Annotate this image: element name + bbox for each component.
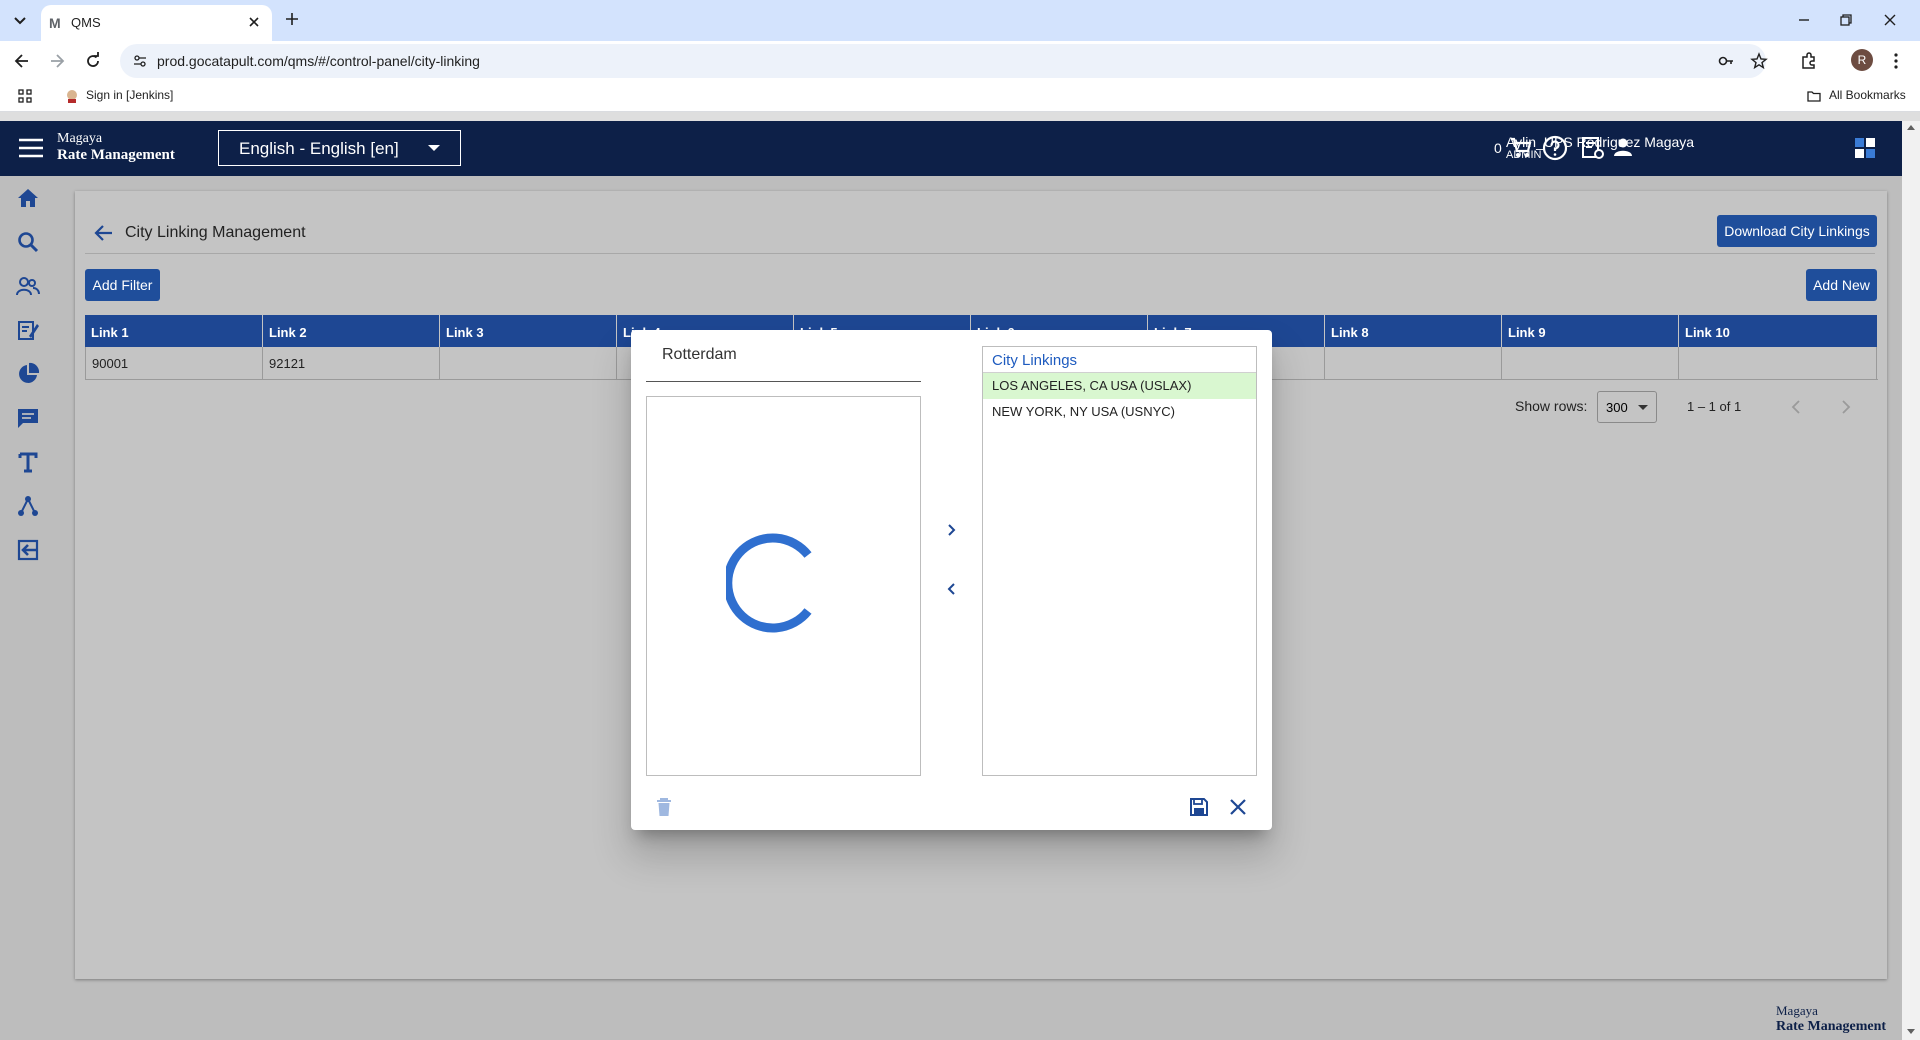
profile-avatar[interactable]: R: [1851, 49, 1873, 71]
address-bar[interactable]: prod.gocatapult.com/qms/#/control-panel/…: [120, 44, 1768, 78]
bookmark-star-icon[interactable]: [1750, 52, 1768, 70]
page-scrollbar[interactable]: [1902, 121, 1920, 1040]
dashboard-icon[interactable]: [1852, 135, 1878, 161]
side-nav: [0, 176, 58, 1040]
extensions-puzzle-icon[interactable]: [1799, 51, 1819, 71]
close-window-icon[interactable]: [1882, 12, 1898, 28]
app-brand[interactable]: Magaya Rate Management: [57, 130, 175, 164]
add-filter-button[interactable]: Add Filter: [85, 269, 160, 301]
column-header[interactable]: Link 1: [85, 315, 263, 347]
scroll-down-icon[interactable]: [1907, 1029, 1915, 1034]
caret-down-icon: [428, 145, 440, 151]
caret-down-icon: [1638, 405, 1648, 410]
list-item[interactable]: NEW YORK, NY USA (USNYC): [983, 399, 1256, 425]
column-header[interactable]: Link 2: [263, 315, 440, 347]
loading-spinner-icon: [726, 533, 826, 633]
table-cell: [1325, 347, 1502, 379]
jenkins-favicon-icon: [64, 88, 80, 104]
table-cell: [1679, 347, 1877, 379]
minimize-icon[interactable]: [1796, 12, 1812, 28]
footer-brand-line1: Magaya: [1776, 1003, 1818, 1018]
close-dialog-icon[interactable]: [1227, 796, 1249, 818]
workflow-icon[interactable]: [16, 494, 40, 518]
brand-line1: Magaya: [57, 131, 103, 146]
browser-tab[interactable]: M QMS: [41, 5, 272, 41]
browser-tab-bar: M QMS: [0, 0, 1920, 41]
menu-hamburger-icon[interactable]: [18, 137, 44, 159]
cart-count: 0: [1494, 140, 1502, 156]
city-linkings-header: City Linkings: [983, 347, 1256, 373]
folder-icon: [1806, 88, 1822, 104]
new-tab-plus-icon[interactable]: [283, 10, 301, 28]
user-role: ADMIN: [1506, 149, 1542, 161]
browser-menu-icon[interactable]: [1886, 51, 1906, 71]
url-text: prod.gocatapult.com/qms/#/control-panel/…: [157, 53, 480, 69]
language-select[interactable]: English - English [en]: [218, 130, 461, 166]
table-cell: 92121: [263, 347, 440, 379]
column-header[interactable]: Link 9: [1502, 315, 1679, 347]
available-cities-list[interactable]: [646, 396, 921, 776]
search-icon[interactable]: [16, 230, 40, 254]
back-icon[interactable]: [12, 51, 32, 71]
text-format-icon[interactable]: [16, 450, 40, 474]
site-info-icon[interactable]: [132, 53, 148, 69]
brand-line2: Rate Management: [57, 147, 175, 163]
table-cell: [1502, 347, 1679, 379]
next-page-icon[interactable]: [1835, 397, 1855, 417]
table-cell: 90001: [86, 347, 263, 379]
forward-icon[interactable]: [47, 51, 67, 71]
edit-document-icon[interactable]: [16, 318, 40, 342]
move-left-chevron-icon[interactable]: [941, 578, 963, 600]
language-value: English - English [en]: [239, 139, 399, 158]
scroll-up-icon[interactable]: [1907, 125, 1915, 130]
comment-icon[interactable]: [16, 406, 40, 430]
back-arrow-icon[interactable]: [93, 222, 115, 244]
bookmarks-bar: Sign in [Jenkins] All Bookmarks: [0, 81, 1920, 112]
apps-grid-icon[interactable]: [17, 88, 33, 104]
home-icon[interactable]: [16, 186, 40, 210]
page-title: City Linking Management: [125, 224, 306, 241]
rows-per-page-select[interactable]: 300: [1597, 391, 1657, 423]
pie-chart-icon[interactable]: [16, 362, 40, 386]
dialog-title-divider: [646, 381, 921, 382]
dialog-city-title: Rotterdam: [662, 346, 737, 363]
user-name[interactable]: Aylin_UPS Rodriguez Magaya: [1506, 135, 1694, 149]
list-item[interactable]: LOS ANGELES, CA USA (USLAX): [983, 373, 1256, 399]
show-rows-label: Show rows:: [1515, 398, 1588, 414]
all-bookmarks[interactable]: All Bookmarks: [1829, 88, 1906, 102]
download-city-linkings-button[interactable]: Download City Linkings: [1717, 215, 1877, 247]
tab-title: QMS: [71, 15, 101, 30]
pager-range: 1 – 1 of 1: [1687, 399, 1742, 414]
users-icon[interactable]: [16, 274, 40, 298]
table-cell: [440, 347, 617, 379]
column-header[interactable]: Link 3: [440, 315, 617, 347]
browser-toolbar: prod.gocatapult.com/qms/#/control-panel/…: [0, 41, 1920, 81]
city-linkings-list: City Linkings LOS ANGELES, CA USA (USLAX…: [982, 346, 1257, 776]
tab-search-chevron-icon[interactable]: [8, 10, 32, 32]
column-header[interactable]: Link 10: [1679, 315, 1877, 347]
column-header[interactable]: Link 8: [1325, 315, 1502, 347]
add-new-button[interactable]: Add New: [1806, 269, 1877, 301]
previous-page-icon[interactable]: [1787, 397, 1807, 417]
city-linking-dialog: Rotterdam City Linkings LOS ANGELES, CA …: [631, 330, 1272, 830]
move-right-chevron-icon[interactable]: [941, 519, 963, 541]
footer-brand: Magaya Rate Management: [1776, 1003, 1886, 1035]
delete-trash-icon[interactable]: [653, 796, 675, 818]
password-key-icon[interactable]: [1717, 52, 1735, 70]
title-divider: [85, 253, 1875, 254]
bookmark-sign-in-jenkins[interactable]: Sign in [Jenkins]: [86, 88, 173, 102]
footer-brand-line2: Rate Management: [1776, 1019, 1887, 1034]
import-icon[interactable]: [16, 538, 40, 562]
restore-icon[interactable]: [1838, 12, 1854, 28]
app-header: Magaya Rate Management English - English…: [0, 121, 1902, 176]
save-icon[interactable]: [1188, 796, 1210, 818]
tab-favicon: M: [49, 15, 61, 31]
reload-icon[interactable]: [83, 51, 103, 71]
tab-close-icon[interactable]: [246, 14, 262, 30]
rows-per-page-value: 300: [1606, 400, 1628, 415]
